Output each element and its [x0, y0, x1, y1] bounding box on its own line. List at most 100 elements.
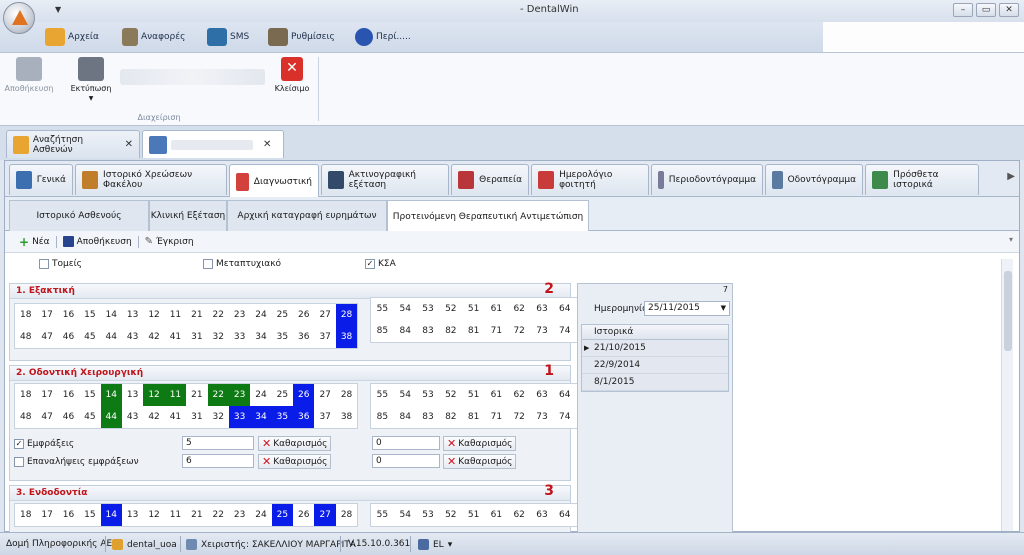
primary-tooth-cell[interactable]: 71 [485, 406, 508, 428]
tooth-cell[interactable]: 23 [228, 384, 251, 406]
doc-tab-patient[interactable]: ✕ [142, 130, 284, 158]
tooth-cell[interactable]: 38 [336, 406, 357, 428]
tooth-cell[interactable]: 13 [122, 384, 143, 406]
tab-billing-history[interactable]: Ιστορικό Χρεώσεων Φακέλου [75, 164, 227, 195]
refillings-primary-input[interactable]: 0 [372, 454, 440, 468]
primary-tooth-cell[interactable]: 61 [485, 298, 508, 320]
close-tab-icon[interactable]: ✕ [263, 139, 271, 150]
maximize-button[interactable]: ▭ [976, 3, 996, 17]
primary-tooth-cell[interactable]: 52 [439, 384, 462, 406]
tooth-cell[interactable]: 45 [79, 326, 100, 348]
tooth-cell[interactable]: 11 [164, 384, 187, 406]
tooth-cell[interactable]: 47 [36, 406, 57, 428]
primary-tooth-cell[interactable]: 52 [439, 298, 462, 320]
tooth-cell[interactable]: 25 [272, 304, 293, 326]
print-dropdown-icon[interactable]: ▼ [89, 95, 94, 102]
tooth-cell[interactable]: 35 [271, 406, 294, 428]
primary-tooth-cell[interactable]: 81 [462, 406, 485, 428]
new-button[interactable]: + Νέα [19, 235, 50, 249]
tooth-cell[interactable]: 18 [15, 384, 36, 406]
tooth-cell[interactable]: 34 [250, 406, 272, 428]
primary-tooth-cell[interactable]: 64 [553, 298, 576, 320]
fillings-primary-clear-button[interactable]: ✕ Καθαρισμός [443, 436, 517, 451]
tooth-cell[interactable]: 14 [101, 304, 122, 326]
tooth-cell[interactable]: 42 [143, 406, 164, 428]
tooth-cell[interactable]: 43 [122, 406, 143, 428]
tooth-cell[interactable]: 18 [15, 304, 36, 326]
primary-tooth-cell[interactable]: 53 [417, 504, 440, 526]
tooth-cell[interactable]: 32 [208, 326, 229, 348]
primary-tooth-cell[interactable]: 72 [508, 406, 531, 428]
tooth-cell[interactable]: 14 [100, 504, 122, 526]
tooth-cell[interactable]: 14 [100, 384, 122, 406]
tooth-cell[interactable]: 41 [165, 326, 186, 348]
tooth-cell[interactable]: 25 [271, 504, 294, 526]
primary-tooth-cell[interactable]: 52 [439, 504, 462, 526]
tooth-cell[interactable]: 22 [208, 304, 229, 326]
subtab-patient-history[interactable]: Ιστορικό Ασθενούς [9, 200, 149, 231]
ksa-checkbox[interactable]: ✓ ΚΣΑ [365, 259, 396, 269]
scroll-thumb[interactable] [1004, 271, 1012, 351]
primary-tooth-cell[interactable]: 85 [371, 406, 394, 428]
tooth-cell[interactable]: 15 [79, 384, 100, 406]
tab-student-diary[interactable]: Ημερολόγιο φοιτητή [531, 164, 649, 195]
ribbon-print-button[interactable]: Εκτύπωση ▼ [65, 57, 117, 102]
tooth-cell[interactable]: 31 [186, 326, 207, 348]
primary-tooth-cell[interactable]: 73 [531, 406, 554, 428]
tooth-cell[interactable]: 23 [229, 304, 250, 326]
tooth-cell[interactable]: 47 [36, 326, 57, 348]
tooth-cell[interactable]: 42 [143, 326, 164, 348]
tooth-cell[interactable]: 24 [250, 304, 271, 326]
close-tab-icon[interactable]: ✕ [125, 139, 133, 150]
refillings-count-input[interactable]: 6 [182, 454, 254, 468]
tooth-cell[interactable]: 38 [335, 326, 358, 348]
menu-reports[interactable]: Αναφορές [122, 26, 185, 48]
tooth-cell[interactable]: 37 [314, 406, 335, 428]
quick-access-arrow-icon[interactable]: ▼ [55, 5, 61, 14]
tooth-cell[interactable]: 26 [293, 304, 314, 326]
ribbon-close-button[interactable]: ✕ Κλείσιμο [272, 57, 312, 93]
tooth-cell[interactable]: 33 [228, 406, 251, 428]
primary-tooth-cell[interactable]: 74 [553, 320, 576, 342]
tooth-cell[interactable]: 16 [58, 384, 79, 406]
primary-tooth-cell[interactable]: 82 [439, 320, 462, 342]
tooth-cell[interactable]: 45 [79, 406, 100, 428]
refillings-checkbox[interactable] [14, 457, 24, 467]
tooth-cell[interactable]: 26 [293, 384, 315, 406]
tooth-cell[interactable]: 36 [293, 406, 315, 428]
tooth-cell[interactable]: 28 [336, 384, 357, 406]
tooth-cell[interactable]: 17 [36, 504, 57, 526]
menu-files[interactable]: Αρχεία [45, 26, 99, 48]
primary-tooth-cell[interactable]: 82 [439, 406, 462, 428]
primary-tooth-cell[interactable]: 55 [371, 298, 394, 320]
tooth-cell[interactable]: 15 [79, 304, 100, 326]
history-row[interactable]: 8/1/2015 [582, 374, 728, 391]
subtab-proposed-treatment[interactable]: Προτεινόμενη Θεραπευτική Αντιμετώπιση [387, 200, 589, 232]
primary-tooth-cell[interactable]: 84 [394, 320, 417, 342]
tab-xray[interactable]: Ακτινογραφική εξέταση [321, 164, 449, 195]
fillings-count-input[interactable]: 5 [182, 436, 254, 450]
ribbon-save-button[interactable]: Αποθήκευση [4, 57, 54, 93]
primary-tooth-cell[interactable]: 61 [485, 384, 508, 406]
tooth-cell[interactable]: 24 [250, 504, 271, 526]
tooth-cell[interactable]: 24 [250, 384, 271, 406]
tab-general[interactable]: Γενικά [9, 164, 73, 195]
tab-scroll-right-icon[interactable]: ▶ [1007, 171, 1015, 182]
primary-tooth-cell[interactable]: 61 [485, 504, 508, 526]
primary-tooth-cell[interactable]: 85 [371, 320, 394, 342]
primary-tooth-cell[interactable]: 83 [417, 406, 440, 428]
sectors-checkbox[interactable]: Τομείς [39, 259, 82, 269]
tooth-cell[interactable]: 12 [143, 304, 164, 326]
language-selector[interactable]: EL ▾ [418, 539, 452, 550]
primary-tooth-cell[interactable]: 62 [508, 504, 531, 526]
tooth-cell[interactable]: 12 [143, 504, 164, 526]
tab-extra-history[interactable]: Πρόσθετα ιστορικά [865, 164, 979, 195]
primary-tooth-cell[interactable]: 54 [394, 384, 417, 406]
tooth-cell[interactable]: 26 [293, 504, 314, 526]
tooth-cell[interactable]: 44 [100, 406, 122, 428]
fillings-primary-input[interactable]: 0 [372, 436, 440, 450]
date-select[interactable]: 25/11/2015 ▼ [644, 301, 730, 316]
primary-tooth-cell[interactable]: 51 [462, 504, 485, 526]
tooth-cell[interactable]: 28 [336, 504, 357, 526]
primary-tooth-cell[interactable]: 62 [508, 384, 531, 406]
